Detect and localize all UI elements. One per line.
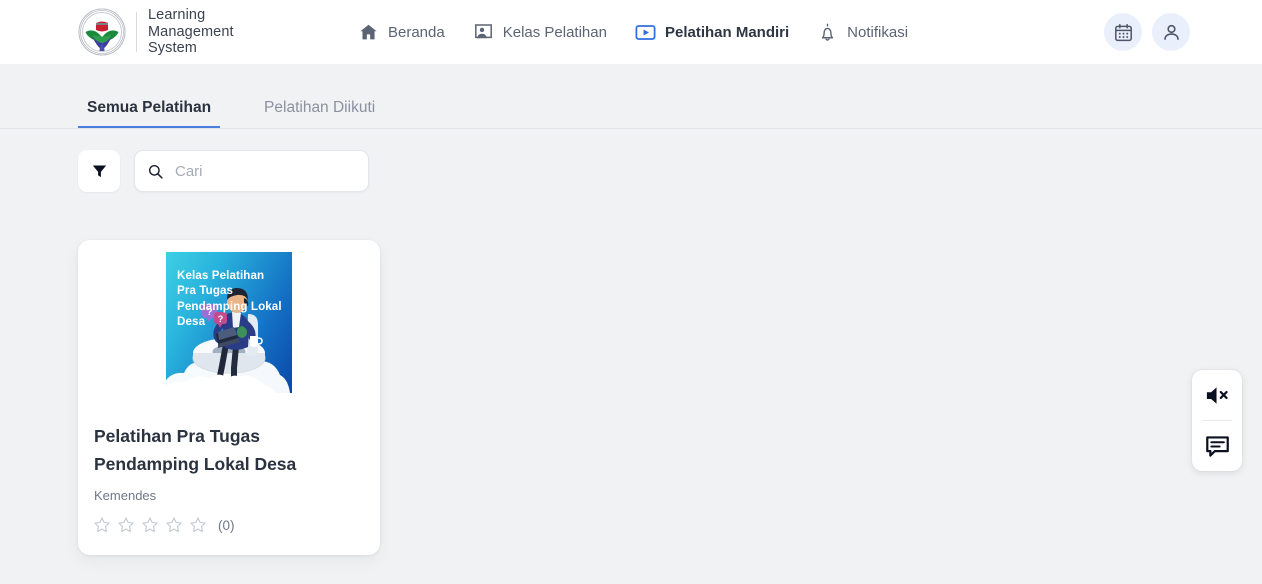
course-card[interactable]: ? ? Kelas Pelatihan Pra Tugas Pendamping… bbox=[78, 240, 380, 555]
tab-pelatihan-diikuti[interactable]: Pelatihan Diikuti bbox=[255, 99, 384, 128]
brand-line-2: Management bbox=[148, 23, 234, 40]
course-thumbnail-title: Kelas Pelatihan Pra Tugas Pendamping Lok… bbox=[177, 269, 282, 329]
tabs-bar: Semua Pelatihan Pelatihan Diikuti bbox=[0, 64, 1262, 129]
top-header: Learning Management System Beranda Kelas… bbox=[0, 0, 1262, 64]
search-icon bbox=[148, 164, 163, 179]
brand-name: Learning Management System bbox=[148, 7, 234, 57]
course-rating[interactable]: (0) bbox=[93, 516, 235, 534]
brand-line-3: System bbox=[148, 40, 197, 57]
star-icon-5[interactable] bbox=[189, 516, 207, 534]
tab-list: Semua Pelatihan Pelatihan Diikuti bbox=[78, 99, 384, 128]
bell-icon bbox=[821, 23, 834, 41]
filter-funnel-icon bbox=[92, 165, 106, 177]
nav-label-pelatihan-mandiri: Pelatihan Mandiri bbox=[664, 23, 790, 41]
rating-count: (0) bbox=[218, 517, 235, 533]
course-title: Pelatihan Pra Tugas Pendamping Lokal Des… bbox=[94, 426, 297, 474]
calendar-icon bbox=[1114, 23, 1132, 41]
chat-bubble-icon bbox=[1205, 435, 1229, 457]
nav-item-notifikasi[interactable]: Notifikasi bbox=[817, 17, 908, 47]
nav-item-beranda[interactable]: Beranda bbox=[358, 17, 445, 47]
nav-label-kelas-pelatihan: Kelas Pelatihan bbox=[502, 23, 607, 41]
header-actions bbox=[1104, 13, 1190, 51]
person-icon bbox=[1163, 24, 1179, 40]
kemendes-emblem-logo bbox=[78, 8, 126, 56]
mute-sound-button[interactable] bbox=[1192, 370, 1242, 420]
speaker-muted-icon bbox=[1206, 386, 1228, 404]
brand-logo-block[interactable]: Learning Management System bbox=[78, 7, 234, 57]
floating-action-widget bbox=[1192, 370, 1242, 471]
search-box[interactable] bbox=[134, 150, 369, 192]
nav-item-kelas-pelatihan[interactable]: Kelas Pelatihan bbox=[473, 17, 607, 47]
brand-divider bbox=[136, 12, 137, 52]
filter-button[interactable] bbox=[78, 150, 120, 192]
nav-label-notifikasi: Notifikasi bbox=[847, 23, 909, 41]
chat-button[interactable] bbox=[1192, 421, 1242, 471]
presentation-person-icon bbox=[474, 23, 492, 38]
nav-item-pelatihan-mandiri[interactable]: Pelatihan Mandiri bbox=[635, 17, 789, 47]
content-area: ? ? Kelas Pelatihan Pra Tugas Pendamping… bbox=[0, 129, 1262, 584]
profile-button[interactable] bbox=[1152, 13, 1190, 51]
star-icon-1[interactable] bbox=[93, 516, 111, 534]
home-icon bbox=[360, 24, 377, 39]
calendar-button[interactable] bbox=[1104, 13, 1142, 51]
nav-label-beranda: Beranda bbox=[388, 23, 445, 41]
main-navigation: Beranda Kelas Pelatihan Pelatihan Mandir… bbox=[358, 0, 908, 64]
course-publisher: Kemendes bbox=[94, 488, 157, 503]
video-play-icon bbox=[635, 24, 656, 40]
search-input[interactable] bbox=[175, 162, 350, 180]
star-icon-2[interactable] bbox=[117, 516, 135, 534]
brand-line-1: Learning bbox=[148, 7, 206, 24]
course-thumbnail: ? ? Kelas Pelatihan Pra Tugas Pendamping… bbox=[166, 252, 292, 393]
search-toolbar bbox=[78, 150, 369, 192]
star-icon-4[interactable] bbox=[165, 516, 183, 534]
star-icon-3[interactable] bbox=[141, 516, 159, 534]
tab-semua-pelatihan[interactable]: Semua Pelatihan bbox=[78, 99, 221, 128]
